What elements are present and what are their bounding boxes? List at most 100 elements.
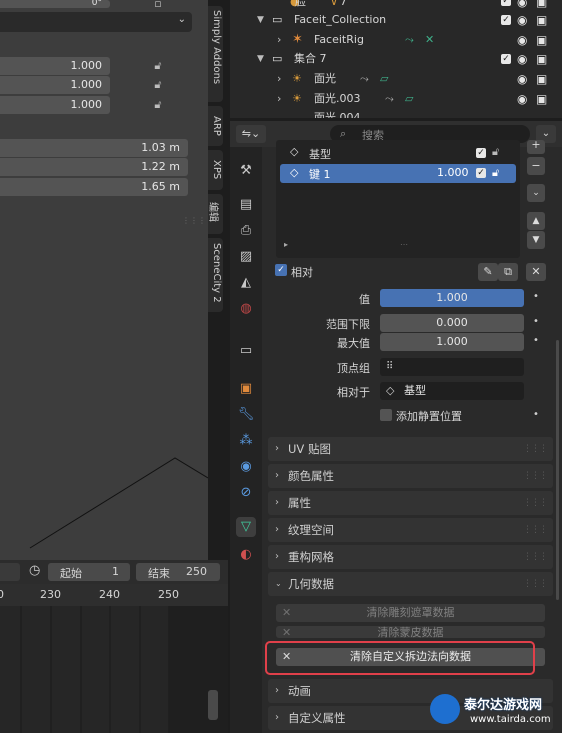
outliner-row[interactable]: › ☀ 面光.003 ⤳ ▱ ◉ ▣: [230, 89, 562, 109]
lock-icon[interactable]: 🔓︎: [492, 166, 499, 180]
camera-icon[interactable]: ▣: [536, 10, 547, 30]
value-field[interactable]: 1.000: [380, 289, 524, 307]
checkbox[interactable]: ✓: [501, 15, 511, 25]
drag-handle[interactable]: ⋮⋮⋮: [523, 491, 548, 515]
tab-simply-addons[interactable]: Simply Addons: [208, 6, 223, 102]
mute-checkbox[interactable]: ✓: [476, 148, 486, 158]
lock-icon[interactable]: ▫: [150, 0, 166, 12]
drag-handle[interactable]: ⋮⋮⋮: [523, 437, 548, 461]
clear-skin-data-button[interactable]: ✕ 清除蒙皮数据: [276, 626, 545, 638]
lock-icon[interactable]: 🔓︎: [150, 97, 166, 113]
move-down-button[interactable]: ▼: [527, 231, 545, 249]
modifier-wrench-icon[interactable]: 🔧︎: [236, 405, 256, 425]
collection-icon[interactable]: ▭: [236, 341, 256, 361]
editor-type-button[interactable]: ⇋⌄: [236, 125, 266, 143]
panel-uv-maps[interactable]: › UV 贴图 ⋮⋮⋮: [268, 437, 553, 461]
start-frame-field[interactable]: 起始 1: [48, 563, 130, 581]
drag-handle[interactable]: ⋮⋮⋮: [523, 572, 548, 596]
camera-icon[interactable]: ▣: [536, 30, 547, 50]
mode-dropdown[interactable]: ⌄: [0, 12, 192, 32]
scale-z-field[interactable]: 1.000: [0, 96, 110, 114]
vertex-group-field[interactable]: ⠿: [380, 358, 524, 376]
expand-triangle-icon[interactable]: ▸: [284, 240, 288, 249]
view-layer-icon[interactable]: ▨: [236, 247, 256, 267]
camera-icon[interactable]: ▣: [536, 49, 547, 69]
eye-icon[interactable]: ◉: [517, 30, 527, 50]
material-icon[interactable]: ◐: [236, 545, 256, 565]
camera-icon[interactable]: ▣: [536, 69, 547, 89]
range-min-field[interactable]: 0.000: [380, 314, 524, 332]
world-icon[interactable]: ◍: [236, 299, 256, 319]
resize-grip[interactable]: ⋮⋮⋮: [182, 216, 206, 225]
dimension-y-field[interactable]: 1.22 m: [0, 158, 188, 176]
keyframe-dot[interactable]: •: [533, 316, 539, 327]
remove-shape-key-button[interactable]: −: [527, 157, 545, 175]
output-icon[interactable]: ⎙: [236, 221, 256, 241]
lock-icon[interactable]: 🔓︎: [150, 58, 166, 74]
camera-icon[interactable]: ▣: [536, 89, 547, 109]
keyframe-dot[interactable]: •: [533, 409, 539, 420]
outliner-row[interactable]: 面光.004: [230, 108, 562, 118]
scrollbar[interactable]: [556, 340, 559, 600]
relative-to-field[interactable]: ◇ 基型: [380, 382, 524, 400]
panel-attributes[interactable]: › 属性 ⋮⋮⋮: [268, 491, 553, 515]
drag-handle[interactable]: ⋮⋮⋮: [523, 518, 548, 542]
add-shape-key-button[interactable]: +: [527, 139, 545, 154]
physics-icon[interactable]: ◉: [236, 457, 256, 477]
mesh-data-icon[interactable]: ▽: [236, 517, 256, 537]
relative-checkbox[interactable]: ✓: [275, 264, 287, 276]
scale-y-field[interactable]: 1.000: [0, 76, 110, 94]
clear-sculpt-mask-button[interactable]: ✕ 清除雕刻遮罩数据: [276, 604, 545, 622]
clear-weights-button[interactable]: ✕: [526, 263, 546, 281]
tab-edit[interactable]: 编辑: [207, 194, 223, 234]
end-frame-field[interactable]: 结束 250: [136, 563, 220, 581]
object-icon[interactable]: ▣: [236, 379, 256, 399]
lock-icon[interactable]: 🔓︎: [492, 145, 499, 159]
tool-icon[interactable]: ⚒: [236, 161, 256, 181]
outliner-row[interactable]: › ✶ FaceitRig ⤳ ✕ ◉ ▣: [230, 30, 562, 50]
dimension-x-field[interactable]: 1.03 m: [0, 139, 188, 157]
outliner-row[interactable]: ▼ ▭ Faceit_Collection ✓ ◉ ▣: [230, 10, 562, 30]
move-up-button[interactable]: ▲: [527, 212, 545, 230]
outliner-row[interactable]: › ☀ 面光 ⤳ ▱ ◉ ▣: [230, 69, 562, 89]
keyframe-dot[interactable]: •: [533, 291, 539, 302]
list-item[interactable]: ◇ 基型 ✓ 🔓︎: [276, 144, 520, 162]
3d-viewport[interactable]: 0° ▫ ⌄ 1.000 🔓︎ 1.000 🔓︎ 1.000 🔓︎ 1.03 m…: [0, 0, 208, 560]
scale-x-field[interactable]: 1.000: [0, 57, 110, 75]
rotation-field[interactable]: 0°: [0, 0, 110, 8]
edit-mode-icon[interactable]: ⧉: [498, 263, 518, 281]
panel-geometry-data[interactable]: ⌄ 几何数据 ⋮⋮⋮: [268, 572, 553, 596]
particles-icon[interactable]: ⁂: [236, 431, 256, 451]
specials-menu-button[interactable]: ⌄: [527, 184, 545, 202]
scene-icon[interactable]: ◭: [236, 273, 256, 293]
eye-icon[interactable]: ◉: [517, 49, 527, 69]
drag-handle[interactable]: ⋮⋮⋮: [523, 464, 548, 488]
add-rest-checkbox[interactable]: [380, 409, 392, 421]
tab-scenecity[interactable]: SceneCity 2: [208, 238, 223, 312]
dimension-z-field[interactable]: 1.65 m: [0, 178, 188, 196]
eye-icon[interactable]: ◉: [517, 69, 527, 89]
drag-handle[interactable]: ⋮⋮⋮: [523, 545, 548, 569]
lock-icon[interactable]: 🔓︎: [150, 77, 166, 93]
constraints-icon[interactable]: ⊘: [236, 483, 256, 503]
tab-xps[interactable]: XPS: [208, 150, 223, 190]
eye-icon[interactable]: ◉: [517, 10, 527, 30]
panel-remesh[interactable]: › 重构网格 ⋮⋮⋮: [268, 545, 553, 569]
render-icon[interactable]: ▤: [236, 195, 256, 215]
range-max-field[interactable]: 1.000: [380, 333, 524, 351]
mute-checkbox[interactable]: ✓: [476, 168, 486, 178]
frame-ruler[interactable]: 0 230 240 250: [0, 584, 228, 606]
keyframe-dot[interactable]: •: [533, 335, 539, 346]
list-item-selected[interactable]: ◇ 键 1 1.000 ✓ 🔓︎: [280, 164, 516, 183]
checkbox[interactable]: ✓: [501, 54, 511, 64]
tab-arp[interactable]: ARP: [208, 106, 223, 146]
resize-grip[interactable]: ⋯: [400, 240, 408, 249]
panel-texture-space[interactable]: › 纹理空间 ⋮⋮⋮: [268, 518, 553, 542]
timeline-scrollbar[interactable]: [208, 690, 218, 720]
playback-button[interactable]: [0, 563, 20, 581]
checkbox[interactable]: ✓: [501, 0, 511, 6]
pin-icon[interactable]: ✎: [478, 263, 498, 281]
panel-color-attributes[interactable]: › 颜色属性 ⋮⋮⋮: [268, 464, 553, 488]
outliner-row[interactable]: ▼ ▭ 集合 7 ✓ ◉ ▣: [230, 49, 562, 69]
eye-icon[interactable]: ◉: [517, 89, 527, 109]
